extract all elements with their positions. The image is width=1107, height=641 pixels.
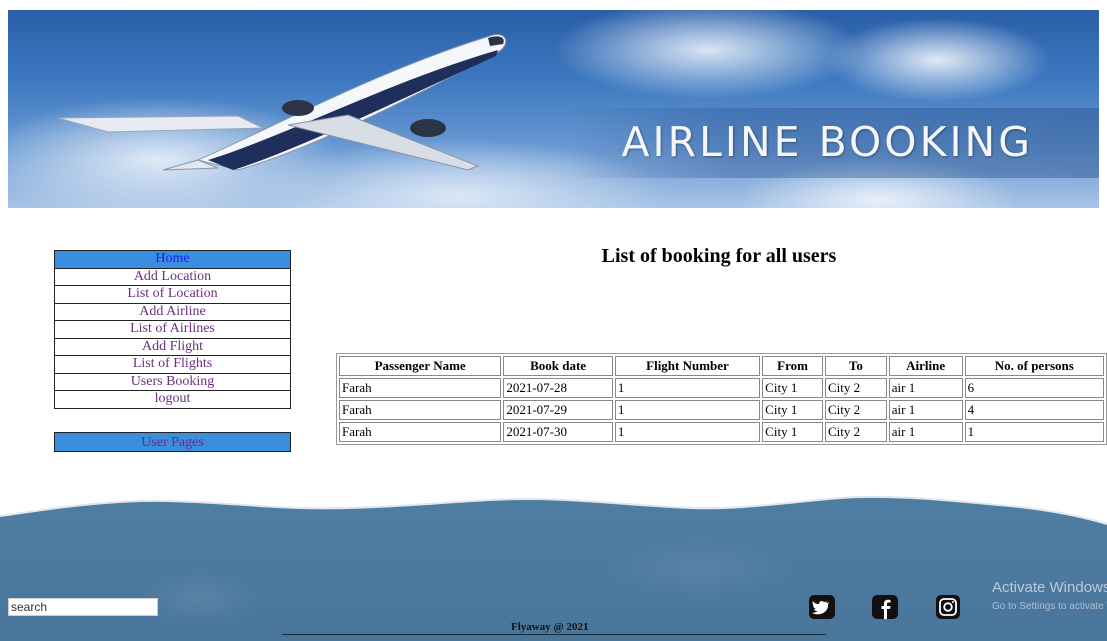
cell-to: City 2 bbox=[825, 422, 887, 442]
windows-activation-title: Activate Windows bbox=[992, 579, 1107, 596]
twitter-icon[interactable] bbox=[809, 595, 835, 619]
search-input[interactable] bbox=[8, 598, 158, 616]
cell-to: City 2 bbox=[825, 400, 887, 420]
nav-item-users-booking[interactable]: Users Booking bbox=[54, 372, 291, 391]
facebook-icon[interactable] bbox=[872, 595, 898, 619]
cell-airline: air 1 bbox=[888, 400, 963, 420]
footer: Flyaway @ 2021 Activate Windows Go to Se… bbox=[0, 488, 1107, 641]
cell-passenger-name: Farah bbox=[339, 378, 502, 398]
cell-book-date: 2021-07-28 bbox=[503, 378, 613, 398]
table-header-row: Passenger Name Book date Flight Number F… bbox=[339, 356, 1104, 376]
nav-item-list-of-location[interactable]: List of Location bbox=[54, 285, 291, 304]
col-book-date: Book date bbox=[503, 356, 613, 376]
nav-item-home[interactable]: Home bbox=[54, 250, 291, 269]
airplane-image bbox=[57, 34, 507, 171]
col-to: To bbox=[825, 356, 887, 376]
col-flight-number: Flight Number bbox=[614, 356, 761, 376]
cell-flight-number: 1 bbox=[614, 400, 761, 420]
cell-no-of-persons: 4 bbox=[964, 400, 1104, 420]
table-row: Farah 2021-07-28 1 City 1 City 2 air 1 6 bbox=[339, 378, 1104, 398]
cell-no-of-persons: 6 bbox=[964, 378, 1104, 398]
footer-divider bbox=[282, 634, 826, 635]
nav-item-list-of-flights[interactable]: List of Flights bbox=[54, 355, 291, 374]
cell-airline: air 1 bbox=[888, 422, 963, 442]
col-passenger-name: Passenger Name bbox=[339, 356, 502, 376]
cell-from: City 1 bbox=[762, 422, 823, 442]
nav-item-logout[interactable]: logout bbox=[54, 390, 291, 409]
instagram-icon[interactable] bbox=[935, 595, 961, 619]
cell-from: City 1 bbox=[762, 400, 823, 420]
windows-activation-subtitle: Go to Settings to activate Windows. bbox=[992, 601, 1107, 612]
cell-book-date: 2021-07-30 bbox=[503, 422, 613, 442]
header-banner: AIRLINE BOOKING bbox=[8, 10, 1099, 208]
cell-book-date: 2021-07-29 bbox=[503, 400, 613, 420]
nav-item-add-airline[interactable]: Add Airline bbox=[54, 302, 291, 321]
col-airline: Airline bbox=[888, 356, 963, 376]
bookings-table: Passenger Name Book date Flight Number F… bbox=[336, 353, 1107, 445]
copyright-text: Flyaway @ 2021 bbox=[511, 621, 589, 633]
col-no-of-persons: No. of persons bbox=[964, 356, 1104, 376]
cell-no-of-persons: 1 bbox=[964, 422, 1104, 442]
nav-item-add-flight[interactable]: Add Flight bbox=[54, 337, 291, 356]
col-from: From bbox=[762, 356, 823, 376]
bookings-table-wrap: Passenger Name Book date Flight Number F… bbox=[336, 353, 1107, 445]
cell-passenger-name: Farah bbox=[339, 400, 502, 420]
page-title: List of booking for all users bbox=[601, 245, 837, 267]
cell-from: City 1 bbox=[762, 378, 823, 398]
cell-flight-number: 1 bbox=[614, 422, 761, 442]
cell-to: City 2 bbox=[825, 378, 887, 398]
cell-flight-number: 1 bbox=[614, 378, 761, 398]
cell-passenger-name: Farah bbox=[339, 422, 502, 442]
nav-item-list-of-airlines[interactable]: List of Airlines bbox=[54, 320, 291, 339]
admin-nav: Home Add Location List of Location Add A… bbox=[54, 250, 291, 409]
banner-title: AIRLINE BOOKING bbox=[621, 118, 1033, 166]
footer-torn-edge bbox=[0, 488, 1107, 525]
user-pages-link[interactable]: User Pages bbox=[54, 432, 291, 452]
nav-item-add-location[interactable]: Add Location bbox=[54, 267, 291, 286]
table-row: Farah 2021-07-30 1 City 1 City 2 air 1 1 bbox=[339, 422, 1104, 442]
table-row: Farah 2021-07-29 1 City 1 City 2 air 1 4 bbox=[339, 400, 1104, 420]
cell-airline: air 1 bbox=[888, 378, 963, 398]
